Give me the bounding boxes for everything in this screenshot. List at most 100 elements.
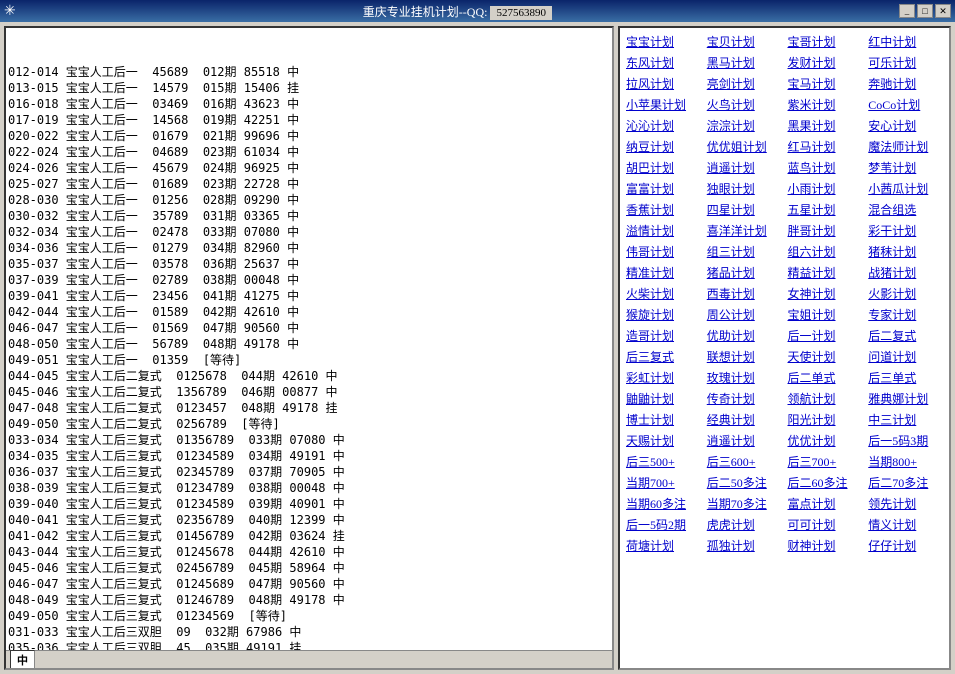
plan-link[interactable]: 混合组选 xyxy=(866,200,945,219)
plan-link[interactable]: 火鸟计划 xyxy=(705,95,784,114)
plan-link[interactable]: 后二50多注 xyxy=(705,473,784,492)
plan-link[interactable]: 后二单式 xyxy=(786,368,865,387)
maximize-button[interactable]: □ xyxy=(917,4,933,18)
plan-link[interactable]: 精益计划 xyxy=(786,263,865,282)
plan-link[interactable]: 猪秣计划 xyxy=(866,242,945,261)
plan-link[interactable]: 优助计划 xyxy=(705,326,784,345)
plan-link[interactable]: 周公计划 xyxy=(705,305,784,324)
plan-link[interactable]: 组六计划 xyxy=(786,242,865,261)
plan-link[interactable]: 组三计划 xyxy=(705,242,784,261)
plan-link[interactable]: 沁沁计划 xyxy=(624,116,703,135)
plan-link[interactable]: 逍遥计划 xyxy=(705,158,784,177)
plan-link[interactable]: 纳豆计划 xyxy=(624,137,703,156)
close-button[interactable]: ✕ xyxy=(935,4,951,18)
plan-link[interactable]: 蓝鸟计划 xyxy=(786,158,865,177)
plan-link[interactable]: 中三计划 xyxy=(866,410,945,429)
plan-link[interactable]: 联想计划 xyxy=(705,347,784,366)
plan-link[interactable]: 后三500+ xyxy=(624,452,703,471)
plan-link[interactable]: 小苹果计划 xyxy=(624,95,703,114)
plan-link[interactable]: 仔仔计划 xyxy=(866,536,945,555)
plan-link[interactable]: 发财计划 xyxy=(786,53,865,72)
plan-link[interactable]: 后二70多注 xyxy=(866,473,945,492)
plan-link[interactable]: 情义计划 xyxy=(866,515,945,534)
plan-link[interactable]: 宝哥计划 xyxy=(786,32,865,51)
plan-link[interactable]: 逍遥计划 xyxy=(705,431,784,450)
plan-link[interactable]: 领航计划 xyxy=(786,389,865,408)
plan-link[interactable]: 拉风计划 xyxy=(624,74,703,93)
plan-link[interactable]: 四星计划 xyxy=(705,200,784,219)
plan-link[interactable]: 富富计划 xyxy=(624,179,703,198)
plan-link[interactable]: 宝贝计划 xyxy=(705,32,784,51)
plan-link[interactable]: 后一计划 xyxy=(786,326,865,345)
plan-link[interactable]: 宝马计划 xyxy=(786,74,865,93)
plan-link[interactable]: 优优计划 xyxy=(786,431,865,450)
plan-link[interactable]: 后三复式 xyxy=(624,347,703,366)
plan-link[interactable]: 西毒计划 xyxy=(705,284,784,303)
plan-link[interactable]: 可可计划 xyxy=(786,515,865,534)
plan-link[interactable]: 战猪计划 xyxy=(866,263,945,282)
plan-link[interactable]: 当期70多注 xyxy=(705,494,784,513)
plan-link[interactable]: 猴旋计划 xyxy=(624,305,703,324)
plan-link[interactable]: 小茜瓜计划 xyxy=(866,179,945,198)
plan-link[interactable]: 奔驰计划 xyxy=(866,74,945,93)
plan-link[interactable]: 博士计划 xyxy=(624,410,703,429)
plan-link[interactable]: 淙淙计划 xyxy=(705,116,784,135)
plan-link[interactable]: 宝姐计划 xyxy=(786,305,865,324)
plan-link[interactable]: 当期700+ xyxy=(624,473,703,492)
plan-link[interactable]: 优优姐计划 xyxy=(705,137,784,156)
plan-link[interactable]: 溢情计划 xyxy=(624,221,703,240)
plan-link[interactable]: 喜洋洋计划 xyxy=(705,221,784,240)
plan-link[interactable]: 安心计划 xyxy=(866,116,945,135)
plan-link[interactable]: 后二60多注 xyxy=(786,473,865,492)
minimize-button[interactable]: _ xyxy=(899,4,915,18)
plan-link[interactable]: 五星计划 xyxy=(786,200,865,219)
plan-link[interactable]: 东风计划 xyxy=(624,53,703,72)
plan-link[interactable]: 当期800+ xyxy=(866,452,945,471)
plan-link[interactable]: 后三600+ xyxy=(705,452,784,471)
plan-link[interactable]: 雅典娜计划 xyxy=(866,389,945,408)
plan-link[interactable]: 虎虎计划 xyxy=(705,515,784,534)
plan-link[interactable]: 彩虹计划 xyxy=(624,368,703,387)
plan-link[interactable]: 小雨计划 xyxy=(786,179,865,198)
plan-link[interactable]: 天赐计划 xyxy=(624,431,703,450)
plan-link[interactable]: 亮剑计划 xyxy=(705,74,784,93)
plan-link[interactable]: 猪品计划 xyxy=(705,263,784,282)
plan-link[interactable]: 可乐计划 xyxy=(866,53,945,72)
plan-link[interactable]: 女神计划 xyxy=(786,284,865,303)
plan-link[interactable]: 当期60多注 xyxy=(624,494,703,513)
plan-link[interactable]: 专家计划 xyxy=(866,305,945,324)
plan-link[interactable]: 黑果计划 xyxy=(786,116,865,135)
plan-link[interactable]: 紫米计划 xyxy=(786,95,865,114)
plan-link[interactable]: 红中计划 xyxy=(866,32,945,51)
plan-link[interactable]: 财神计划 xyxy=(786,536,865,555)
plan-link[interactable]: 富点计划 xyxy=(786,494,865,513)
plan-link[interactable]: 后三700+ xyxy=(786,452,865,471)
plan-link[interactable]: 天使计划 xyxy=(786,347,865,366)
plan-link[interactable]: 经典计划 xyxy=(705,410,784,429)
plan-link[interactable]: 后一5码2期 xyxy=(624,515,703,534)
plan-link[interactable]: 玫瑰计划 xyxy=(705,368,784,387)
plan-link[interactable]: 彩干计划 xyxy=(866,221,945,240)
plan-link[interactable]: 火柴计划 xyxy=(624,284,703,303)
plan-link[interactable]: 鼬鼬计划 xyxy=(624,389,703,408)
plan-link[interactable]: 精准计划 xyxy=(624,263,703,282)
plan-link[interactable]: CoCo计划 xyxy=(866,95,945,114)
plan-link[interactable]: 黑马计划 xyxy=(705,53,784,72)
plan-link[interactable]: 梦苇计划 xyxy=(866,158,945,177)
content-area[interactable]: 012-014 宝宝人工后一 45689 012期 85518 中013-015… xyxy=(6,28,612,668)
plan-link[interactable]: 红马计划 xyxy=(786,137,865,156)
plan-link[interactable]: 胡巴计划 xyxy=(624,158,703,177)
plan-link[interactable]: 阳光计划 xyxy=(786,410,865,429)
plan-link[interactable]: 造哥计划 xyxy=(624,326,703,345)
plan-link[interactable]: 领先计划 xyxy=(866,494,945,513)
plan-link[interactable]: 香蕉计划 xyxy=(624,200,703,219)
plan-link[interactable]: 后二复式 xyxy=(866,326,945,345)
plan-link[interactable]: 孤独计划 xyxy=(705,536,784,555)
plan-link[interactable]: 胖哥计划 xyxy=(786,221,865,240)
plan-link[interactable]: 荷塘计划 xyxy=(624,536,703,555)
plan-link[interactable]: 后三单式 xyxy=(866,368,945,387)
plan-link[interactable]: 后一5码3期 xyxy=(866,431,945,450)
plan-link[interactable]: 宝宝计划 xyxy=(624,32,703,51)
plan-link[interactable]: 火影计划 xyxy=(866,284,945,303)
plan-link[interactable]: 魔法师计划 xyxy=(866,137,945,156)
